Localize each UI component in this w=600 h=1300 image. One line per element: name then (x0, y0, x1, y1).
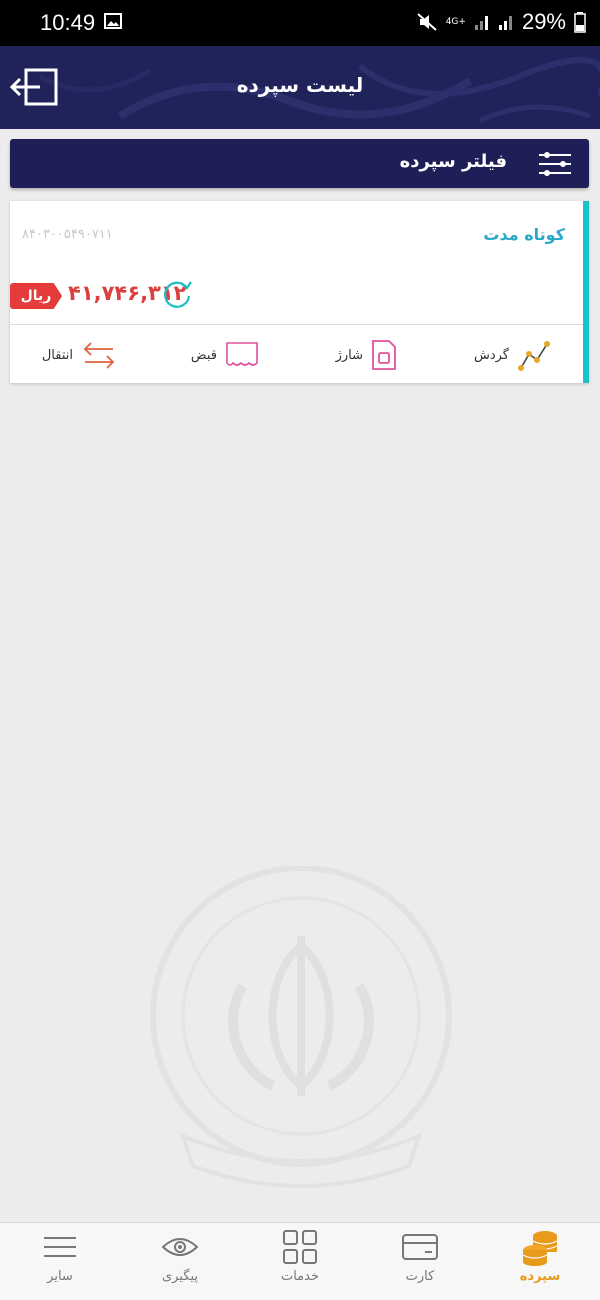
nav-label: سایر (47, 1269, 73, 1284)
bottom-navigation: سپرده کارت خدمات پیگیری سایر (0, 1222, 600, 1300)
filter-sliders-icon (539, 152, 571, 176)
transfer-arrows-icon (83, 342, 115, 369)
nav-other[interactable]: سایر (0, 1223, 120, 1300)
bill-icon (226, 342, 258, 366)
signal-icon-2 (498, 16, 512, 30)
turnover-chart-icon (518, 341, 550, 371)
action-label: شارژ (335, 347, 363, 363)
nav-label: سپرده (519, 1269, 561, 1284)
app-header: لیست سپرده (0, 46, 600, 129)
nav-tracking[interactable]: پیگیری (120, 1223, 240, 1300)
nav-services[interactable]: خدمات (240, 1223, 360, 1300)
bill-button[interactable]: قبض (191, 337, 259, 373)
action-label: انتقال (41, 347, 73, 363)
battery-percent: 29% (521, 9, 566, 34)
grid-icon (283, 1230, 317, 1264)
transfer-button[interactable]: انتقال (42, 337, 117, 373)
status-indicators: 4G+ 29% (416, 9, 586, 35)
coins-stack-icon (522, 1231, 558, 1266)
card-icon (402, 1234, 438, 1260)
deposit-filter-button[interactable]: فیلتر سپرده (10, 139, 589, 188)
deposit-card[interactable]: کوتاه مدت ۸۴۰۳۰۰۵۴۹۰۷۱۱ ریال ۴۱,۷۴۶,۳۱۲ … (10, 201, 589, 383)
deposit-type: کوتاه مدت (483, 225, 565, 244)
charge-button[interactable]: شارژ (336, 337, 397, 373)
eye-icon (161, 1238, 199, 1256)
gallery-icon (104, 13, 122, 29)
action-label: گردش (473, 347, 509, 363)
nav-label: خدمات (280, 1269, 320, 1284)
mute-icon (417, 13, 437, 31)
nav-label: کارت (405, 1269, 435, 1284)
card-divider (10, 324, 583, 325)
network-type: 4G+ (445, 16, 466, 27)
battery-icon (574, 12, 586, 33)
page-title: لیست سپرده (236, 73, 364, 97)
status-time: 10:49 (40, 10, 96, 35)
sim-card-icon (372, 340, 396, 370)
menu-icon (44, 1237, 76, 1257)
nav-card[interactable]: کارت (360, 1223, 480, 1300)
currency-badge: ریال (10, 283, 62, 309)
bank-logo-watermark (150, 866, 452, 1188)
turnover-button[interactable]: گردش (474, 337, 551, 373)
account-number: ۸۴۰۳۰۰۵۴۹۰۷۱۱ (22, 227, 113, 242)
action-label: قبض (190, 347, 217, 363)
signal-icon (474, 16, 488, 30)
filter-label: فیلتر سپرده (399, 151, 507, 172)
nav-deposit[interactable]: سپرده (480, 1223, 600, 1300)
refresh-icon[interactable] (160, 277, 194, 311)
status-bar: 10:49 4G+ 29% (0, 0, 600, 46)
nav-label: پیگیری (162, 1269, 198, 1284)
